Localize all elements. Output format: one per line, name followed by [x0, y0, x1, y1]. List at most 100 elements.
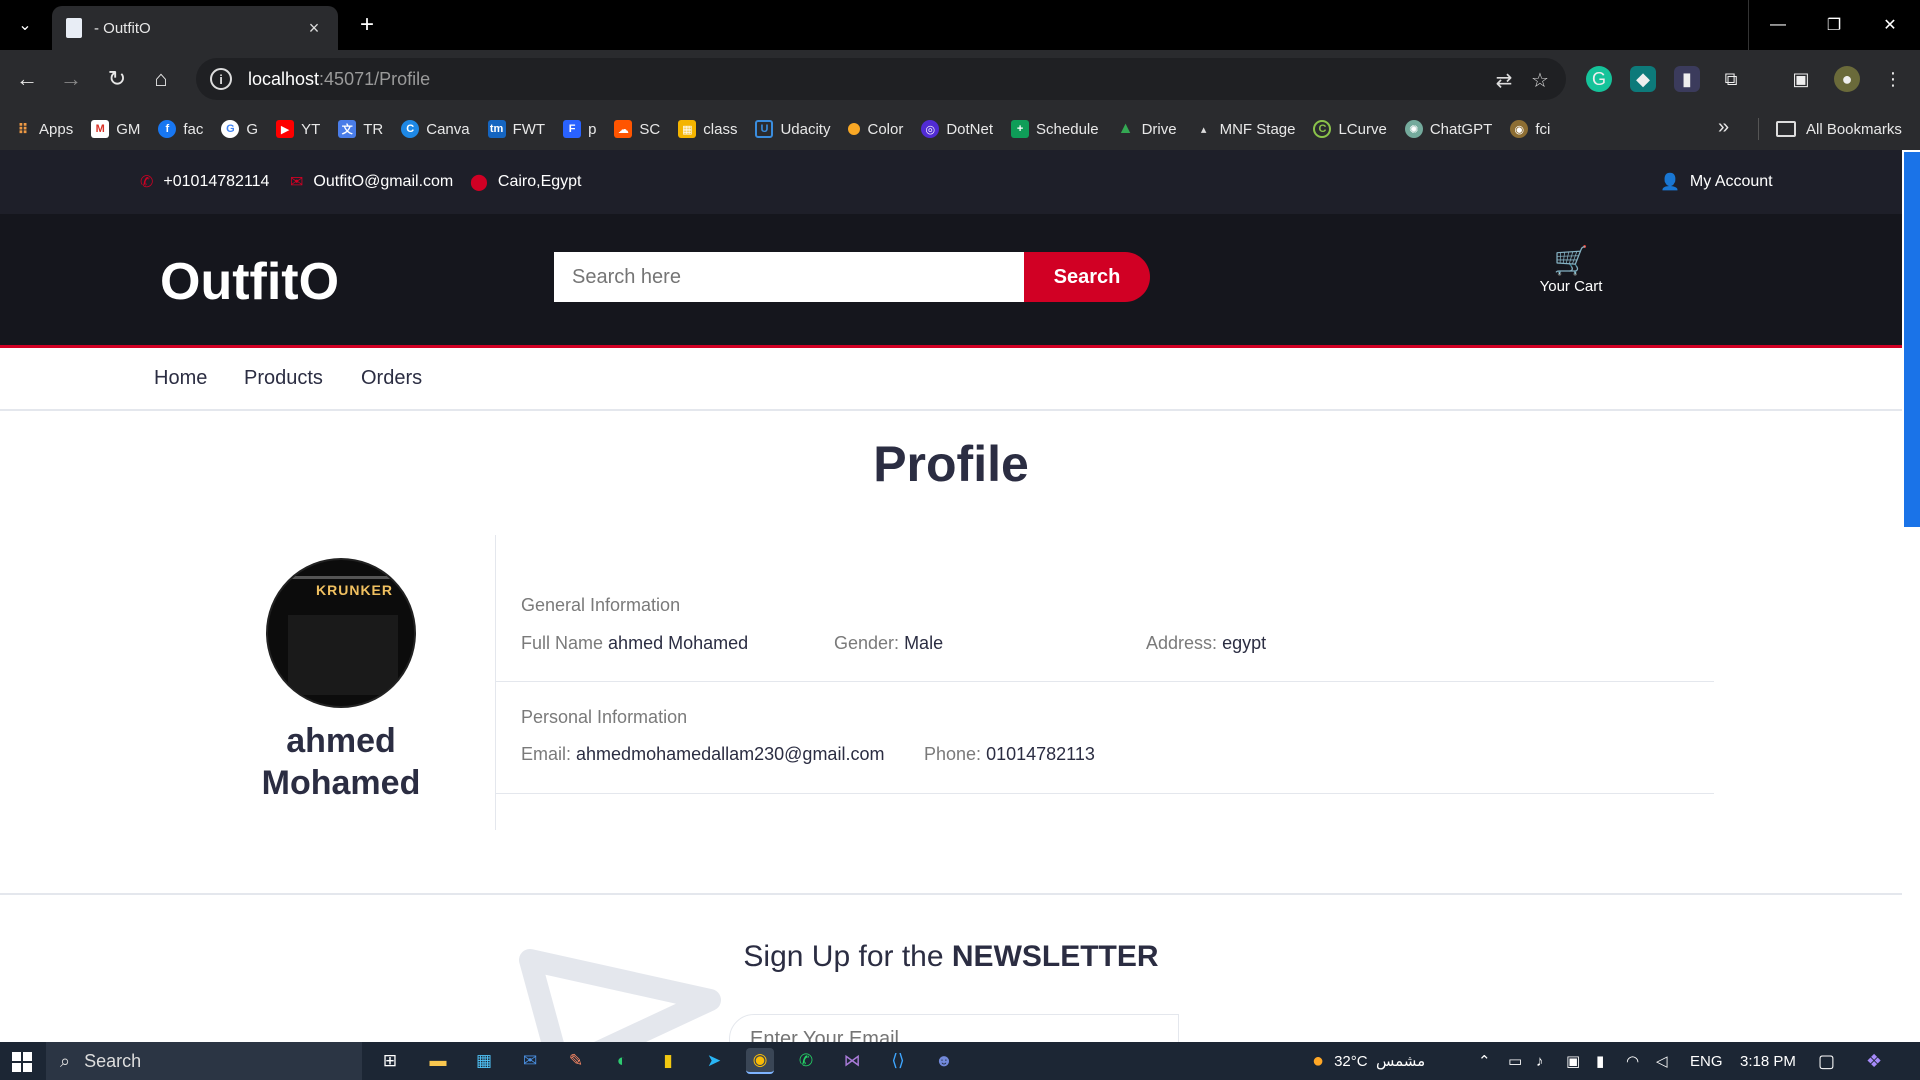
bookmark-label: TR: [363, 120, 384, 138]
search-button[interactable]: Search: [1024, 252, 1150, 302]
paint-icon[interactable]: ✎: [562, 1048, 590, 1074]
microphone-icon[interactable]: ♪: [1536, 1042, 1544, 1080]
bookmark-mnf-stage[interactable]: ▴ MNF Stage: [1195, 120, 1296, 138]
bookmark-drive[interactable]: ▲ Drive: [1117, 120, 1177, 138]
bookmark-tr[interactable]: 文 TR: [338, 120, 383, 138]
bookmark-color[interactable]: Color: [848, 121, 903, 138]
extension-icon-2[interactable]: ▮: [1674, 66, 1700, 92]
forward-arrow-icon[interactable]: →: [54, 62, 88, 96]
address-url[interactable]: localhost:45071/Profile: [248, 69, 430, 90]
wifi-icon[interactable]: ◠: [1626, 1042, 1639, 1080]
site-logo[interactable]: OutfitO: [160, 252, 339, 312]
power-bi-icon[interactable]: ▮: [654, 1048, 682, 1074]
bookmark-fac[interactable]: f fac: [158, 120, 203, 138]
site-info-icon[interactable]: i: [210, 68, 232, 90]
language-indicator[interactable]: ENG: [1690, 1042, 1723, 1080]
tray-chevron-icon[interactable]: ⌃: [1478, 1042, 1491, 1080]
meet-icon[interactable]: ▭: [1508, 1042, 1522, 1080]
newsletter-email-input[interactable]: [729, 1014, 1179, 1042]
bookmark-canva[interactable]: C Canva: [401, 120, 470, 138]
contact-email[interactable]: ✉ OutfitO@gmail.com: [290, 172, 453, 192]
telegram-icon[interactable]: ➤: [700, 1048, 728, 1074]
bookmark-label: FWT: [512, 120, 546, 138]
bookmark-fci[interactable]: ◉ fci: [1510, 120, 1550, 138]
bookmark-class[interactable]: ▦ class: [678, 120, 737, 138]
edge-icon[interactable]: ◐: [608, 1048, 636, 1074]
bookmark-chatgpt[interactable]: ✺ ChatGPT: [1404, 120, 1493, 138]
contact-phone[interactable]: ✆ +01014782114: [140, 172, 269, 192]
whatsapp-icon[interactable]: ✆: [792, 1048, 820, 1074]
reload-icon[interactable]: ↻: [100, 62, 134, 96]
bookmark-g[interactable]: GG: [221, 120, 258, 138]
visual-studio-icon[interactable]: ⋈: [838, 1048, 866, 1074]
taskbar-search-label: Search: [84, 1050, 142, 1071]
bookmark-gm[interactable]: M GM: [91, 120, 140, 138]
new-tab-plus-icon[interactable]: +: [352, 10, 382, 40]
clock[interactable]: 3:18 PM: [1740, 1042, 1796, 1080]
window-close-icon[interactable]: ✕: [1862, 0, 1918, 50]
file-explorer-icon[interactable]: ▬: [424, 1048, 452, 1074]
address-value: egypt: [1222, 633, 1267, 653]
address-bar[interactable]: i localhost:45071/Profile ⇄ ☆: [196, 58, 1566, 100]
all-bookmarks-button[interactable]: All Bookmarks: [1776, 108, 1902, 150]
discord-icon[interactable]: ☻: [930, 1048, 958, 1074]
bookmark-apps[interactable]: ⠿ Apps: [14, 120, 74, 138]
tab-search-chevron-icon[interactable]: ⌄: [8, 10, 42, 40]
bookmark-sc[interactable]: ☁ SC: [614, 120, 660, 138]
copilot-icon[interactable]: ❖: [1866, 1042, 1882, 1080]
side-panel-icon[interactable]: ▣: [1788, 66, 1814, 92]
battery-icon[interactable]: ▮: [1596, 1042, 1604, 1080]
browser-tab[interactable]: - OutfitO ×: [52, 6, 338, 50]
display-icon[interactable]: ▣: [1566, 1042, 1580, 1080]
weather-desc: مشمس: [1375, 1053, 1426, 1070]
weather-widget[interactable]: ● 32°C مشمس: [1312, 1042, 1425, 1080]
bookmark-star-icon[interactable]: ☆: [1528, 68, 1552, 92]
home-icon[interactable]: ⌂: [144, 62, 178, 96]
grammarly-extension-icon[interactable]: G: [1586, 66, 1612, 92]
bookmark-yt[interactable]: ▶ YT: [276, 120, 320, 138]
bookmark-label: GM: [116, 120, 141, 138]
window-restore-icon[interactable]: ❐: [1806, 0, 1862, 50]
microsoft-store-icon[interactable]: ▦: [470, 1048, 498, 1074]
bookmark-label: ChatGPT: [1429, 120, 1493, 138]
scrollbar-thumb[interactable]: [1904, 152, 1920, 527]
bookmark-p[interactable]: Fp: [563, 120, 596, 138]
back-arrow-icon[interactable]: ←: [10, 62, 44, 96]
search-input[interactable]: [554, 252, 1024, 302]
user-icon: 👤: [1660, 174, 1680, 191]
udacity-icon: U: [755, 120, 774, 138]
nav-orders[interactable]: Orders: [361, 367, 422, 390]
profile-avatar-icon[interactable]: ●: [1834, 66, 1860, 92]
page-scrollbar[interactable]: [1902, 150, 1920, 1042]
google-icon: G: [221, 120, 240, 138]
task-view-icon[interactable]: ⊞: [376, 1048, 404, 1074]
chrome-icon[interactable]: ◉: [746, 1048, 774, 1074]
bookmark-lcurve[interactable]: C LCurve: [1313, 120, 1387, 138]
bookmark-udacity[interactable]: U Udacity: [755, 120, 830, 138]
tab-close-icon[interactable]: ×: [304, 18, 324, 39]
volume-icon[interactable]: ◁: [1656, 1042, 1668, 1080]
notifications-icon[interactable]: ▢: [1818, 1042, 1835, 1080]
extensions-puzzle-icon[interactable]: ⧉: [1718, 66, 1744, 92]
contact-location[interactable]: ⬤ Cairo,Egypt: [470, 172, 582, 192]
browser-menu-icon[interactable]: ⋮: [1880, 66, 1906, 92]
personal-information-section: Personal Information Email: ahmedmohamed…: [496, 682, 1714, 794]
youtube-icon: ▶: [276, 120, 295, 138]
bookmark-schedule[interactable]: + Schedule: [1011, 120, 1099, 138]
my-account-link[interactable]: 👤 My Account: [1660, 172, 1773, 192]
nav-products[interactable]: Products: [244, 367, 323, 390]
nav-home[interactable]: Home: [154, 367, 207, 390]
bookmark-dotnet[interactable]: ◎ DotNet: [921, 120, 993, 138]
more-bookmarks-chevron-icon[interactable]: »: [1718, 116, 1729, 139]
taskbar-search-box[interactable]: ⌕ Search: [46, 1042, 362, 1080]
vscode-icon[interactable]: ⟨⟩: [884, 1048, 912, 1074]
bookmark-label: class: [703, 120, 738, 138]
mail-icon[interactable]: ✉: [516, 1048, 544, 1074]
translate-bookmark-icon: 文: [338, 120, 357, 138]
windows-start-icon[interactable]: [12, 1052, 32, 1072]
cart-button[interactable]: 🛒 Your Cart: [1516, 244, 1626, 295]
bookmark-fwt[interactable]: tm FWT: [487, 120, 546, 138]
extension-icon[interactable]: ◆: [1630, 66, 1656, 92]
translate-icon[interactable]: ⇄: [1492, 68, 1516, 92]
window-minimize-icon[interactable]: —: [1750, 0, 1806, 50]
